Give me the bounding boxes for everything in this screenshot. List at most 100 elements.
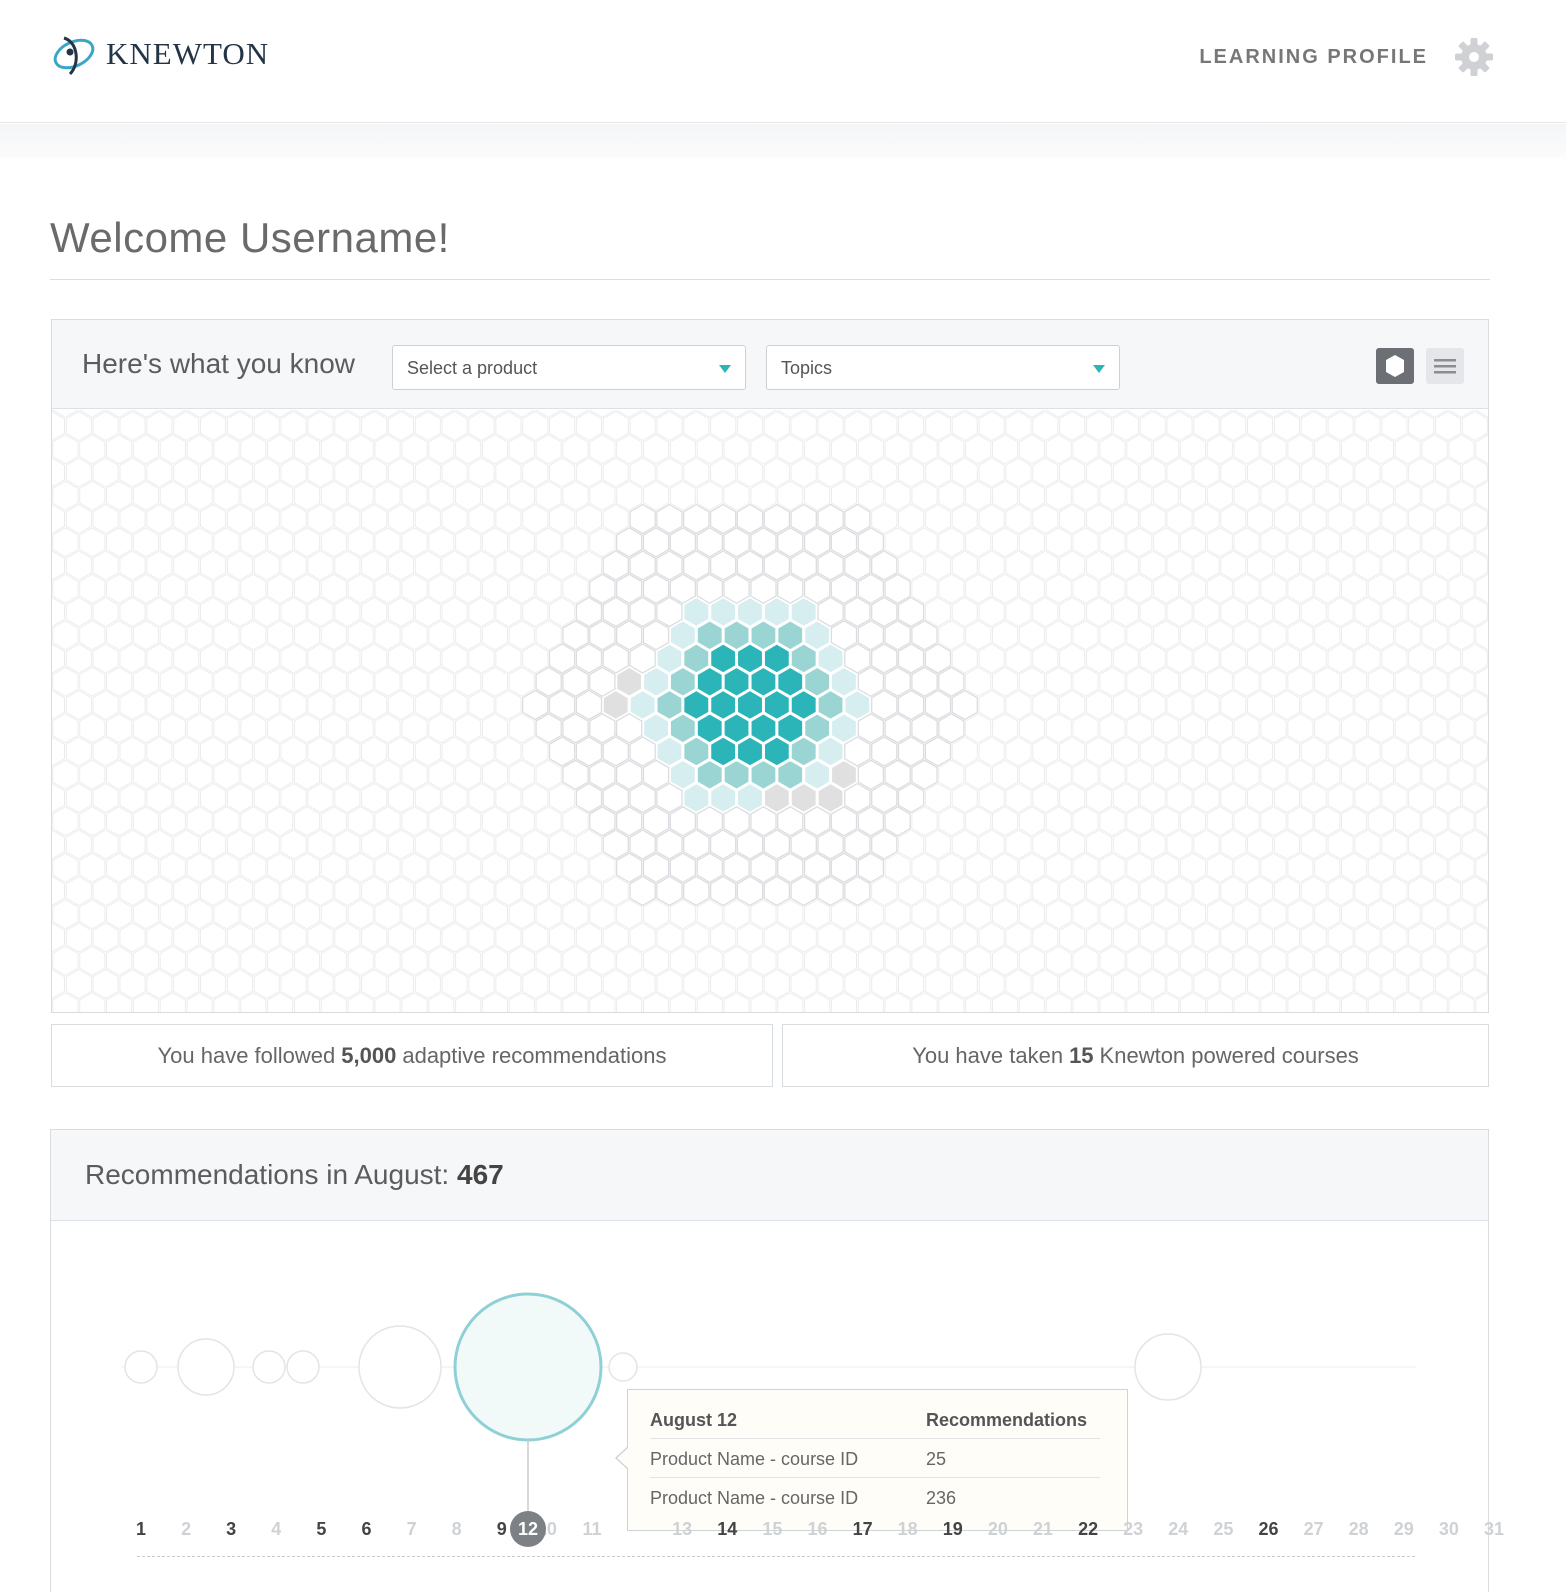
- day-label-5[interactable]: 5: [303, 1511, 339, 1547]
- topic-hex[interactable]: [696, 573, 723, 605]
- day-label-22[interactable]: 22: [1070, 1511, 1106, 1547]
- topic-hex[interactable]: [790, 875, 817, 907]
- topic-hex[interactable]: [951, 689, 978, 721]
- topic-hex[interactable]: [736, 689, 764, 721]
- topic-hex[interactable]: [656, 689, 683, 721]
- topic-hex[interactable]: [736, 596, 764, 628]
- day-label-18[interactable]: 18: [890, 1511, 926, 1547]
- day-label-13[interactable]: 13: [664, 1511, 700, 1547]
- day-bubble[interactable]: [252, 1350, 286, 1384]
- topic-hex[interactable]: [777, 852, 804, 884]
- topic-hex[interactable]: [844, 596, 871, 628]
- topic-hex[interactable]: [709, 829, 737, 860]
- topic-hex[interactable]: [803, 573, 831, 605]
- hex-view-button[interactable]: [1376, 348, 1414, 384]
- day-label-31[interactable]: 31: [1476, 1511, 1512, 1547]
- topic-hex[interactable]: [696, 620, 723, 651]
- topic-hex[interactable]: [803, 527, 831, 558]
- day-label-27[interactable]: 27: [1296, 1511, 1332, 1547]
- topic-hex[interactable]: [844, 503, 871, 535]
- day-bubble[interactable]: [608, 1352, 638, 1382]
- topic-hex[interactable]: [683, 643, 710, 674]
- topic-hex[interactable]: [884, 620, 911, 651]
- topic-hex[interactable]: [830, 759, 858, 791]
- topic-hex[interactable]: [897, 736, 925, 767]
- topics-select[interactable]: Topics: [766, 345, 1120, 390]
- topic-hex[interactable]: [736, 503, 764, 535]
- topic-hex[interactable]: [696, 666, 723, 698]
- day-label-6[interactable]: 6: [349, 1511, 385, 1547]
- topic-hex[interactable]: [763, 782, 791, 814]
- topic-hex[interactable]: [857, 573, 885, 605]
- topic-hex[interactable]: [897, 782, 925, 814]
- day-label-7[interactable]: 7: [394, 1511, 430, 1547]
- topic-hex[interactable]: [790, 503, 817, 535]
- topic-hex[interactable]: [602, 782, 629, 814]
- topic-hex[interactable]: [642, 806, 670, 837]
- topic-hex[interactable]: [777, 806, 804, 837]
- topic-hex[interactable]: [669, 620, 697, 651]
- topic-hex[interactable]: [629, 689, 656, 721]
- topic-hex[interactable]: [696, 852, 723, 884]
- topic-hex[interactable]: [723, 759, 750, 791]
- topic-hex[interactable]: [897, 643, 925, 674]
- topic-hex[interactable]: [629, 643, 656, 674]
- topic-hex[interactable]: [736, 736, 764, 767]
- day-bubble[interactable]: [177, 1338, 235, 1396]
- topic-hex[interactable]: [857, 759, 885, 791]
- day-bubble[interactable]: [1134, 1333, 1202, 1401]
- topic-hex[interactable]: [871, 782, 898, 814]
- topic-hex[interactable]: [683, 782, 710, 814]
- topic-hex[interactable]: [656, 782, 683, 814]
- topic-hex[interactable]: [615, 527, 643, 558]
- product-select[interactable]: Select a product: [392, 345, 746, 390]
- topic-hex[interactable]: [669, 573, 697, 605]
- topic-hex[interactable]: [911, 620, 938, 651]
- topic-hex[interactable]: [750, 713, 777, 744]
- topic-hex[interactable]: [817, 550, 844, 581]
- topic-hex[interactable]: [683, 736, 710, 767]
- topic-hex[interactable]: [548, 643, 576, 674]
- topic-hex[interactable]: [629, 550, 656, 581]
- topic-hex[interactable]: [629, 782, 656, 814]
- topic-hex[interactable]: [763, 689, 791, 721]
- topic-hex[interactable]: [763, 829, 791, 860]
- topic-hex[interactable]: [790, 596, 817, 628]
- topic-hex[interactable]: [656, 643, 683, 674]
- day-label-12[interactable]: 12: [510, 1511, 546, 1547]
- topic-hex[interactable]: [803, 620, 831, 651]
- topic-hex[interactable]: [830, 666, 858, 698]
- topic-hex[interactable]: [656, 736, 683, 767]
- topic-hex[interactable]: [669, 527, 697, 558]
- topic-hex[interactable]: [656, 550, 683, 581]
- topic-hex[interactable]: [589, 806, 616, 837]
- day-label-21[interactable]: 21: [1025, 1511, 1061, 1547]
- day-bubble-selected[interactable]: [453, 1292, 603, 1442]
- day-label-3[interactable]: 3: [213, 1511, 249, 1547]
- topic-hex[interactable]: [777, 573, 804, 605]
- topic-hex[interactable]: [615, 852, 643, 884]
- day-label-1[interactable]: 1: [123, 1511, 159, 1547]
- topic-hex[interactable]: [709, 596, 737, 628]
- topic-hex[interactable]: [669, 852, 697, 884]
- topic-hex[interactable]: [629, 736, 656, 767]
- topic-hex[interactable]: [736, 829, 764, 860]
- topic-hex[interactable]: [817, 689, 844, 721]
- topic-hex[interactable]: [629, 503, 656, 535]
- topic-hex[interactable]: [589, 573, 616, 605]
- topic-hex[interactable]: [548, 736, 576, 767]
- topic-hex[interactable]: [642, 852, 670, 884]
- topic-hex[interactable]: [602, 829, 629, 860]
- day-label-23[interactable]: 23: [1115, 1511, 1151, 1547]
- topic-hex[interactable]: [763, 736, 791, 767]
- topic-hex[interactable]: [656, 503, 683, 535]
- topic-hex[interactable]: [857, 666, 885, 698]
- topic-hex[interactable]: [589, 759, 616, 791]
- topic-hex[interactable]: [723, 852, 750, 884]
- topic-hex[interactable]: [844, 643, 871, 674]
- day-label-26[interactable]: 26: [1251, 1511, 1287, 1547]
- topic-hex[interactable]: [803, 806, 831, 837]
- topic-hex[interactable]: [777, 759, 804, 791]
- topic-hex[interactable]: [803, 713, 831, 744]
- topic-hex[interactable]: [615, 806, 643, 837]
